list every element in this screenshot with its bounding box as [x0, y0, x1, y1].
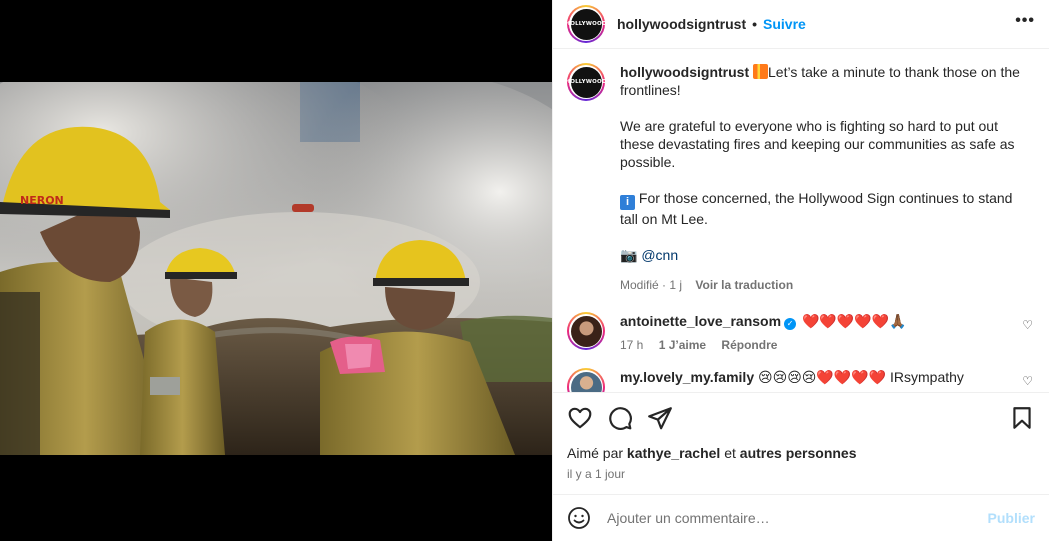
commenter-avatar[interactable]: [567, 312, 605, 350]
liked-by-user[interactable]: kathye_rachel: [627, 445, 720, 461]
camera-emoji-icon: 📷: [620, 247, 638, 263]
verified-badge-icon: ✓: [784, 318, 797, 330]
bookmark-icon[interactable]: [1009, 405, 1035, 431]
firefighter-vest-emoji-icon: [753, 64, 768, 79]
author-username[interactable]: hollywoodsigntrust: [617, 16, 746, 32]
post-actions: Aimé par kathye_rachel et autres personn…: [553, 392, 1049, 494]
publish-button[interactable]: Publier: [988, 510, 1035, 526]
emoji-picker-icon[interactable]: [567, 506, 591, 530]
post-side-panel: HOLLYWOOD hollywoodsigntrust • Suivre ••…: [552, 0, 1049, 541]
instagram-post-modal: NERON HOLLYWOOD hollywoodsigntrust • Sui…: [0, 0, 1049, 541]
commenter-avatar[interactable]: [567, 368, 605, 392]
post-media: NERON: [0, 0, 552, 541]
commenter-username[interactable]: antoinette_love_ransom: [620, 313, 781, 329]
comments-scroll-area[interactable]: HOLLYWOOD hollywoodsigntrust Let’s take …: [553, 49, 1049, 392]
caption-text: hollywoodsigntrust Let’s take a minute t…: [620, 63, 1028, 294]
hollywood-logo-avatar: HOLLYWOOD: [565, 8, 606, 40]
modified-time: Modifié · 1 j: [620, 278, 683, 292]
caption-meta: Modifié · 1 j Voir la traduction: [620, 276, 1028, 294]
separator-dot: •: [752, 16, 758, 32]
share-icon[interactable]: [647, 405, 673, 431]
see-translation-button[interactable]: Voir la traduction: [695, 278, 793, 292]
comment-likes[interactable]: 1 J’aime: [659, 338, 706, 352]
comment-item: antoinette_love_ransom ✓ ❤️❤️❤️❤️❤️🙏🏾 17 …: [567, 312, 1035, 352]
caption-author-avatar[interactable]: HOLLYWOOD: [565, 63, 606, 101]
commenter-username[interactable]: my.lovely_my.family: [620, 369, 754, 385]
comment-like-heart-icon[interactable]: ♡: [1022, 374, 1033, 388]
caption-username[interactable]: hollywoodsigntrust: [620, 64, 749, 80]
comment-like-heart-icon[interactable]: ♡: [1022, 318, 1033, 332]
svg-text:NERON: NERON: [20, 194, 64, 207]
info-emoji-icon: i: [620, 195, 635, 210]
comment-text: 😢😢😢😢❤️❤️❤️❤️ IRsympathy: [758, 369, 964, 385]
likes-summary: Aimé par kathye_rachel et autres personn…: [567, 445, 857, 461]
mention-link[interactable]: @cnn: [641, 247, 678, 263]
hollywood-logo-avatar: HOLLYWOOD: [565, 66, 606, 98]
comment-icon[interactable]: [607, 405, 633, 431]
reply-button[interactable]: Répondre: [721, 338, 777, 352]
heart-icon[interactable]: [567, 405, 593, 431]
avatar-photo: [570, 315, 602, 347]
post-time: il y a 1 jour: [567, 467, 626, 481]
caption-line-2: We are grateful to everyone who is fight…: [620, 118, 1015, 170]
comment-time: 17 h: [620, 338, 644, 352]
post-header: HOLLYWOOD hollywoodsigntrust • Suivre ••…: [553, 0, 1049, 49]
post-photo[interactable]: NERON: [0, 82, 552, 455]
caption: HOLLYWOOD hollywoodsigntrust Let’s take …: [565, 63, 1035, 294]
more-options-icon[interactable]: •••: [1015, 12, 1035, 36]
follow-button[interactable]: Suivre: [763, 16, 806, 32]
comment-item: my.lovely_my.family 😢😢😢😢❤️❤️❤️❤️ IRsympa…: [567, 368, 1035, 392]
caption-line-3: For those concerned, the Hollywood Sign …: [620, 190, 1013, 227]
avatar-photo: [570, 371, 602, 392]
comment-input[interactable]: [607, 510, 980, 526]
author-avatar[interactable]: HOLLYWOOD: [565, 5, 606, 43]
comment-composer: Publier: [553, 494, 1049, 541]
firefighters-photo: NERON: [0, 82, 552, 455]
comment-meta: 17 h 1 J’aime Répondre: [620, 338, 1010, 352]
others-link[interactable]: autres personnes: [740, 445, 857, 461]
comment-text: ❤️❤️❤️❤️❤️🙏🏾: [801, 313, 907, 329]
